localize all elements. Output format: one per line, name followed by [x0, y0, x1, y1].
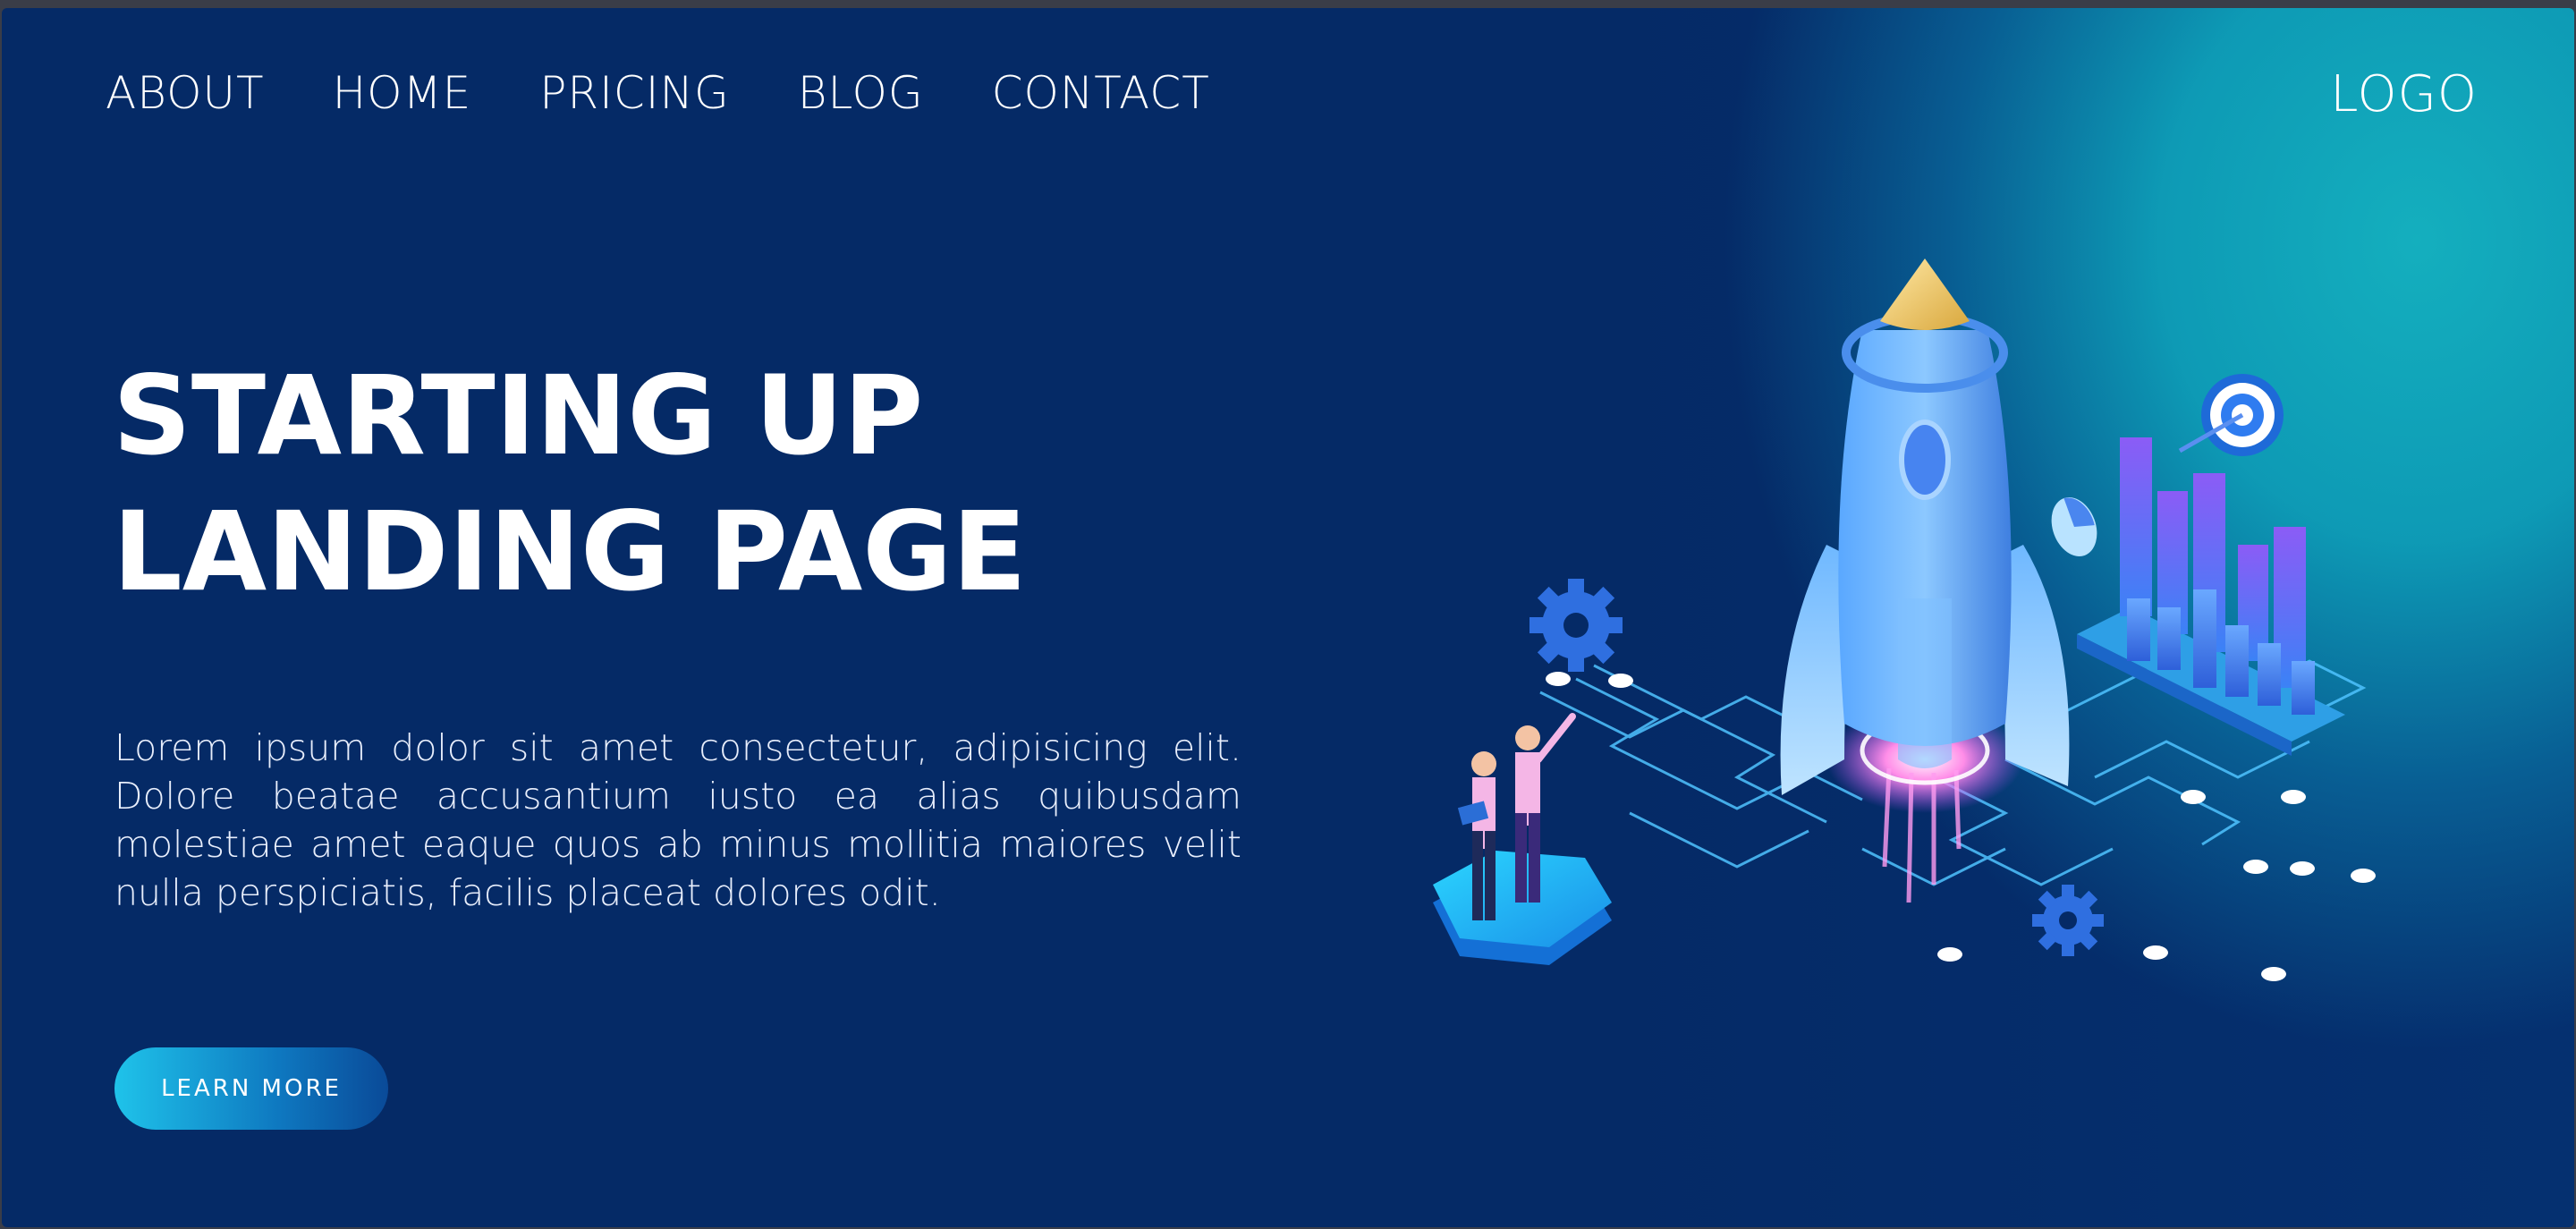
gear-icon — [1530, 579, 1623, 672]
learn-more-button[interactable]: LEARN MORE — [114, 1047, 388, 1130]
page-title: STARTING UP LANDING PAGE — [113, 348, 1027, 620]
gear-icon — [2032, 885, 2104, 956]
rocket-icon — [1780, 259, 2070, 903]
bar-chart-icon — [2077, 437, 2345, 756]
nav-contact[interactable]: CONTACT — [992, 62, 1210, 124]
nav-pricing[interactable]: PRICING — [539, 62, 729, 124]
main-nav: ABOUT HOME PRICING BLOG CONTACT — [106, 62, 1278, 124]
nav-home[interactable]: HOME — [333, 62, 472, 124]
pie-icon — [2051, 497, 2097, 556]
nav-about[interactable]: ABOUT — [106, 62, 265, 124]
target-icon — [2178, 374, 2284, 456]
headline-line-1: STARTING UP — [113, 352, 924, 479]
startup-illustration — [1433, 259, 2376, 981]
hero-section: ABOUT HOME PRICING BLOG CONTACT LOGO STA… — [2, 8, 2574, 1227]
people-icon — [1433, 713, 1612, 965]
nav-blog[interactable]: BLOG — [798, 62, 924, 124]
browser-frame: ABOUT HOME PRICING BLOG CONTACT LOGO STA… — [0, 0, 2576, 1229]
hero-description: Lorem ipsum dolor sit amet consectetur, … — [114, 726, 1241, 914]
logo[interactable]: LOGO — [2330, 64, 2478, 126]
headline-line-2: LANDING PAGE — [113, 488, 1027, 615]
